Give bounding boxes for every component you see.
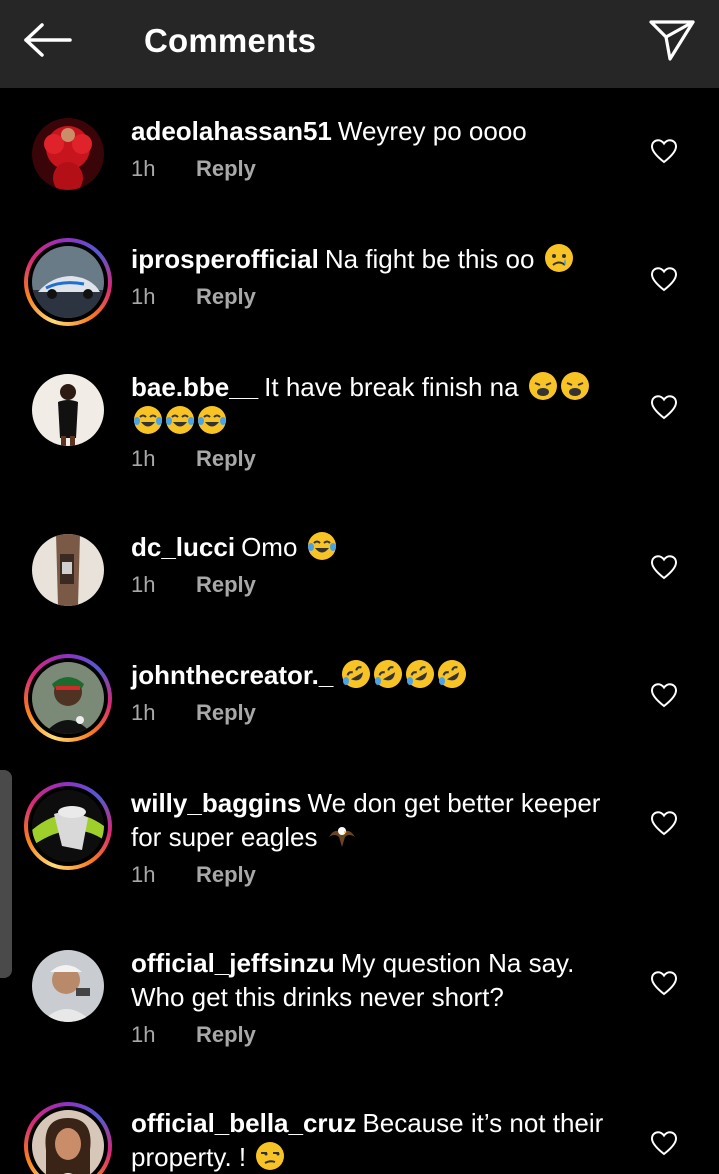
- heart-icon[interactable]: [650, 970, 678, 996]
- avatar: [32, 1110, 104, 1174]
- comment-item: dc_lucci Omo 1h Reply: [0, 504, 719, 632]
- avatar-story-ring[interactable]: [24, 238, 112, 326]
- comment-time: 1h: [131, 446, 156, 471]
- comment-item: official_jeffsinzu My question Na say. Wh…: [0, 920, 719, 1080]
- comment-username[interactable]: bae.bbe__: [131, 372, 258, 402]
- comment-username[interactable]: dc_lucci: [131, 532, 235, 562]
- comment-text: Omo: [241, 532, 298, 562]
- rofl-emoji-icon: [374, 660, 403, 688]
- avatar[interactable]: [32, 950, 104, 1022]
- heart-icon[interactable]: [650, 810, 678, 836]
- reply-button[interactable]: Reply: [196, 156, 256, 182]
- comment-item: iprosperofficial Na fight be this oo 1h Re…: [0, 216, 719, 344]
- comment-item: johnthecreator._ 1h Reply: [0, 632, 719, 760]
- heart-icon[interactable]: [650, 266, 678, 292]
- heart-icon[interactable]: [650, 394, 678, 420]
- unamused-emoji-icon: [256, 1142, 285, 1170]
- top-bar: Comments: [0, 0, 719, 88]
- reply-button[interactable]: Reply: [196, 700, 256, 726]
- rofl-emoji-icon: [342, 660, 371, 688]
- weary-emoji-icon: [560, 372, 589, 400]
- reply-button[interactable]: Reply: [196, 284, 256, 310]
- avatar[interactable]: [32, 374, 104, 446]
- heart-icon[interactable]: [650, 1130, 678, 1156]
- reply-button[interactable]: Reply: [196, 1022, 256, 1048]
- avatar: [32, 246, 104, 318]
- comment-username[interactable]: official_jeffsinzu: [131, 948, 335, 978]
- avatar-story-ring[interactable]: [24, 654, 112, 742]
- comment-time: 1h: [131, 700, 156, 725]
- avatar: [32, 790, 104, 862]
- comment-list[interactable]: adeolahassan51 Weyrey po oooo 1h Reply ipr…: [0, 88, 719, 1174]
- rofl-emoji-icon: [438, 660, 467, 688]
- paper-plane-icon: [649, 20, 695, 61]
- heart-icon[interactable]: [650, 138, 678, 164]
- avatar-story-ring[interactable]: [24, 782, 112, 870]
- page-title: Comments: [144, 22, 317, 59]
- reply-button[interactable]: Reply: [196, 446, 256, 472]
- eagle-emoji-icon: [328, 827, 355, 847]
- weary-emoji-icon: [528, 372, 557, 400]
- avatar[interactable]: [32, 118, 104, 190]
- comment-item: official_bella_cruz Because it’s not thei…: [0, 1080, 719, 1174]
- heart-icon[interactable]: [650, 682, 678, 708]
- reply-button[interactable]: Reply: [196, 572, 256, 598]
- sad-tear-emoji-icon: [544, 244, 573, 272]
- comment-item: adeolahassan51 Weyrey po oooo 1h Reply: [0, 88, 719, 216]
- comment-username[interactable]: willy_baggins: [131, 788, 302, 818]
- avatar-story-ring[interactable]: [24, 1102, 112, 1174]
- comment-username[interactable]: iprosperofficial: [131, 244, 319, 274]
- reply-button[interactable]: Reply: [196, 862, 256, 888]
- edge-panel-handle[interactable]: [0, 770, 12, 978]
- comment-text: It have break finish na: [264, 372, 519, 402]
- comment-text: Weyrey po oooo: [337, 116, 527, 146]
- comment-time: 1h: [131, 572, 156, 597]
- rofl-emoji-icon: [406, 660, 435, 688]
- share-button[interactable]: [645, 16, 699, 64]
- comment-time: 1h: [131, 284, 156, 309]
- back-button[interactable]: [18, 20, 76, 60]
- comment-item: willy_baggins We don get better keeper fo…: [0, 760, 719, 920]
- avatar[interactable]: [32, 534, 104, 606]
- heart-icon[interactable]: [650, 554, 678, 580]
- comment-username[interactable]: official_bella_cruz: [131, 1108, 356, 1138]
- comment-time: 1h: [131, 156, 156, 181]
- comment-item: bae.bbe__ It have break finish na 1h Reply: [0, 344, 719, 504]
- comment-username[interactable]: johnthecreator._: [131, 660, 333, 690]
- comment-time: 1h: [131, 1022, 156, 1047]
- avatar: [32, 662, 104, 734]
- arrow-left-icon: [24, 23, 72, 57]
- laughing-tears-emoji-icon: [307, 532, 336, 560]
- comment-text: Na fight be this oo: [324, 244, 535, 274]
- laughing-tears-emoji-icon: [198, 406, 226, 434]
- comment-time: 1h: [131, 862, 156, 887]
- laughing-tears-emoji-icon: [166, 406, 194, 434]
- comment-username[interactable]: adeolahassan51: [131, 116, 332, 146]
- laughing-tears-emoji-icon: [134, 406, 162, 434]
